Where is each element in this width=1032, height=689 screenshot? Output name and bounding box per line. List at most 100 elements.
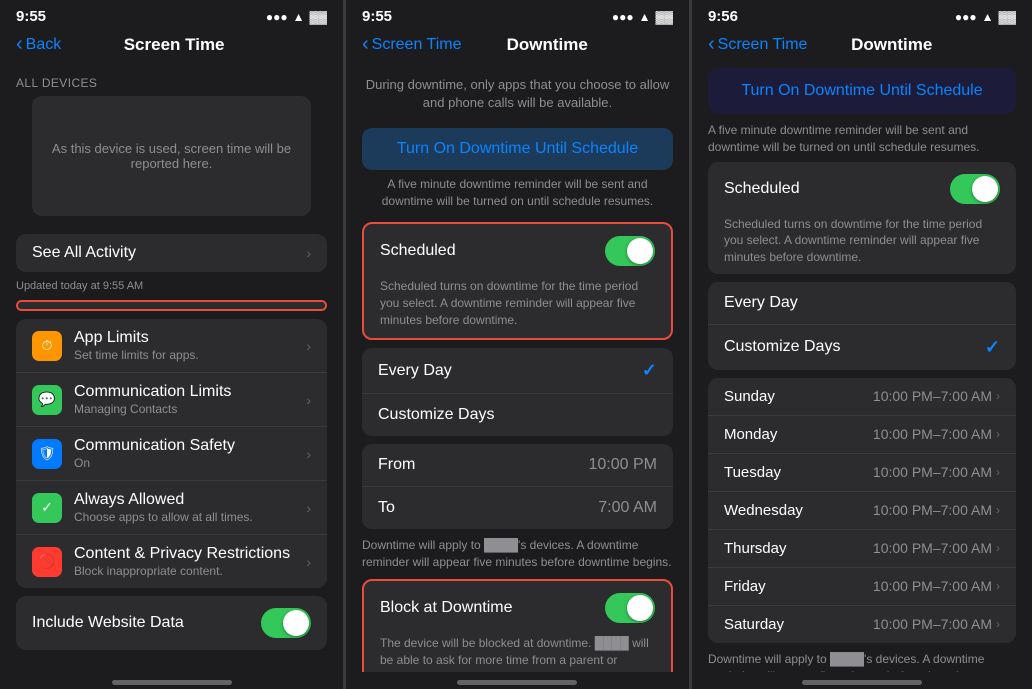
comm-safety-title: Communication Safety xyxy=(74,437,306,455)
tuesday-time: 10:00 PM–7:00 AM xyxy=(873,464,992,480)
device-preview: As this device is used, screen time will… xyxy=(32,96,311,216)
section-all-devices: ALL DEVICES xyxy=(0,64,343,96)
app-limits-item[interactable]: ⏱ App Limits Set time limits for apps. › xyxy=(16,319,327,373)
battery-icon: ▓▓ xyxy=(310,10,328,24)
battery-icon-2: ▓▓ xyxy=(655,10,673,24)
content-privacy-text: Content & Privacy Restrictions Block ina… xyxy=(74,545,306,578)
right-customize-days-label: Customize Days xyxy=(724,338,840,356)
nav-title-3: Downtime xyxy=(807,35,976,55)
turn-on-button[interactable]: Turn On Downtime Until Schedule xyxy=(362,128,673,170)
back-chevron-icon-3: ‹ xyxy=(708,33,715,56)
signal-icon-3: ●●● xyxy=(955,10,977,24)
downtime-info-text: During downtime, only apps that you choo… xyxy=(362,64,673,128)
tuesday-chevron: › xyxy=(996,465,1000,479)
right-turn-on-label: Turn On Downtime Until Schedule xyxy=(724,82,1000,100)
monday-chevron: › xyxy=(996,427,1000,441)
comm-limits-item[interactable]: 💬 Communication Limits Managing Contacts… xyxy=(16,373,327,427)
nav-bar-1: ‹ Back Screen Time xyxy=(0,29,343,64)
thursday-row[interactable]: Thursday 10:00 PM–7:00 AM › xyxy=(708,530,1016,568)
every-day-row[interactable]: Every Day ✓ xyxy=(362,348,673,394)
status-bar-2: 9:55 ●●● ▲ ▓▓ xyxy=(346,0,689,29)
app-limits-text: App Limits Set time limits for apps. xyxy=(74,329,306,362)
back-button-1[interactable]: ‹ Back xyxy=(16,33,61,56)
from-row[interactable]: From 10:00 PM xyxy=(362,444,673,487)
tuesday-row[interactable]: Tuesday 10:00 PM–7:00 AM › xyxy=(708,454,1016,492)
downtime-menu-item[interactable]: ⏰ Downtime Off until schedule › xyxy=(18,302,325,311)
always-allowed-item[interactable]: ✓ Always Allowed Choose apps to allow at… xyxy=(16,481,327,535)
right-scheduled-row: Scheduled xyxy=(708,162,1016,216)
comm-limits-subtitle: Managing Contacts xyxy=(74,402,306,416)
status-time-2: 9:55 xyxy=(362,8,392,25)
thursday-time: 10:00 PM–7:00 AM xyxy=(873,540,992,556)
comm-safety-item[interactable]: 🛡 Communication Safety On › xyxy=(16,427,327,481)
sunday-row[interactable]: Sunday 10:00 PM–7:00 AM › xyxy=(708,378,1016,416)
wifi-icon-2: ▲ xyxy=(639,10,651,24)
from-value: 10:00 PM xyxy=(589,456,657,474)
website-data-label: Include Website Data xyxy=(32,614,184,632)
monday-label: Monday xyxy=(724,426,777,443)
block-section: Block at Downtime The device will be blo… xyxy=(362,579,673,672)
friday-label: Friday xyxy=(724,578,766,595)
right-every-day-row[interactable]: Every Day xyxy=(708,282,1016,325)
always-allowed-text: Always Allowed Choose apps to allow at a… xyxy=(74,491,306,524)
day-options-section: Every Day ✓ Customize Days xyxy=(362,348,673,436)
right-scheduled-label: Scheduled xyxy=(724,180,800,198)
block-label: Block at Downtime xyxy=(380,599,513,617)
wednesday-row[interactable]: Wednesday 10:00 PM–7:00 AM › xyxy=(708,492,1016,530)
friday-time: 10:00 PM–7:00 AM xyxy=(873,578,992,594)
downtime-section-highlighted: ⏰ Downtime Off until schedule › xyxy=(16,300,327,311)
back-button-2[interactable]: ‹ Screen Time xyxy=(362,33,461,56)
content-privacy-icon: 🚫 xyxy=(32,547,62,577)
comm-limits-text: Communication Limits Managing Contacts xyxy=(74,383,306,416)
sunday-label: Sunday xyxy=(724,388,775,405)
panel3-downtime-days: 9:56 ●●● ▲ ▓▓ ‹ Screen Time Downtime Tur… xyxy=(692,0,1032,689)
customize-days-row[interactable]: Customize Days xyxy=(362,394,673,436)
tuesday-label: Tuesday xyxy=(724,464,781,481)
saturday-label: Saturday xyxy=(724,616,784,633)
always-allowed-chevron: › xyxy=(306,500,311,516)
scheduled-toggle[interactable] xyxy=(605,236,655,266)
monday-row[interactable]: Monday 10:00 PM–7:00 AM › xyxy=(708,416,1016,454)
back-button-3[interactable]: ‹ Screen Time xyxy=(708,33,807,56)
every-day-checkmark: ✓ xyxy=(642,360,657,381)
panel1-screen-time: 9:55 ●●● ▲ ▓▓ ‹ Back Screen Time ALL DEV… xyxy=(0,0,343,689)
home-bar-1 xyxy=(112,680,232,685)
back-label-3: Screen Time xyxy=(718,36,808,54)
to-row[interactable]: To 7:00 AM xyxy=(362,487,673,529)
back-label-2: Screen Time xyxy=(372,36,462,54)
scheduled-section: Scheduled Scheduled turns on downtime fo… xyxy=(362,222,673,340)
sunday-chevron: › xyxy=(996,389,1000,403)
to-label: To xyxy=(378,499,395,517)
back-chevron-icon-2: ‹ xyxy=(362,33,369,56)
app-limits-chevron: › xyxy=(306,338,311,354)
wednesday-chevron: › xyxy=(996,503,1000,517)
website-data-toggle[interactable] xyxy=(261,608,311,638)
right-day-options: Every Day Customize Days ✓ xyxy=(708,282,1016,370)
nav-title-2: Downtime xyxy=(461,35,633,55)
right-customize-days-row[interactable]: Customize Days ✓ xyxy=(708,325,1016,370)
right-turn-on-button[interactable]: Turn On Downtime Until Schedule xyxy=(708,68,1016,114)
status-bar-3: 9:56 ●●● ▲ ▓▓ xyxy=(692,0,1032,29)
block-desc: The device will be blocked at downtime. … xyxy=(364,635,671,672)
right-scheduled-toggle[interactable] xyxy=(950,174,1000,204)
friday-row[interactable]: Friday 10:00 PM–7:00 AM › xyxy=(708,568,1016,606)
comm-safety-text: Communication Safety On xyxy=(74,437,306,470)
nav-bar-2: ‹ Screen Time Downtime xyxy=(346,29,689,64)
scheduled-row: Scheduled xyxy=(364,224,671,278)
nav-bar-3: ‹ Screen Time Downtime xyxy=(692,29,1032,64)
panel2-downtime: 9:55 ●●● ▲ ▓▓ ‹ Screen Time Downtime Dur… xyxy=(346,0,689,689)
block-row: Block at Downtime xyxy=(364,581,671,635)
see-activity-row[interactable]: See All Activity › xyxy=(16,234,327,272)
status-bar-1: 9:55 ●●● ▲ ▓▓ xyxy=(0,0,343,29)
comm-limits-title: Communication Limits xyxy=(74,383,306,401)
always-allowed-subtitle: Choose apps to allow at all times. xyxy=(74,510,306,524)
thursday-label: Thursday xyxy=(724,540,787,557)
comm-limits-icon: 💬 xyxy=(32,385,62,415)
website-data-row[interactable]: Include Website Data xyxy=(16,596,327,650)
see-activity-label: See All Activity xyxy=(32,244,136,262)
saturday-row[interactable]: Saturday 10:00 PM–7:00 AM › xyxy=(708,606,1016,643)
customize-days-label: Customize Days xyxy=(378,406,494,424)
block-toggle[interactable] xyxy=(605,593,655,623)
content-privacy-item[interactable]: 🚫 Content & Privacy Restrictions Block i… xyxy=(16,535,327,588)
turn-on-btn-label: Turn On Downtime Until Schedule xyxy=(378,140,657,158)
